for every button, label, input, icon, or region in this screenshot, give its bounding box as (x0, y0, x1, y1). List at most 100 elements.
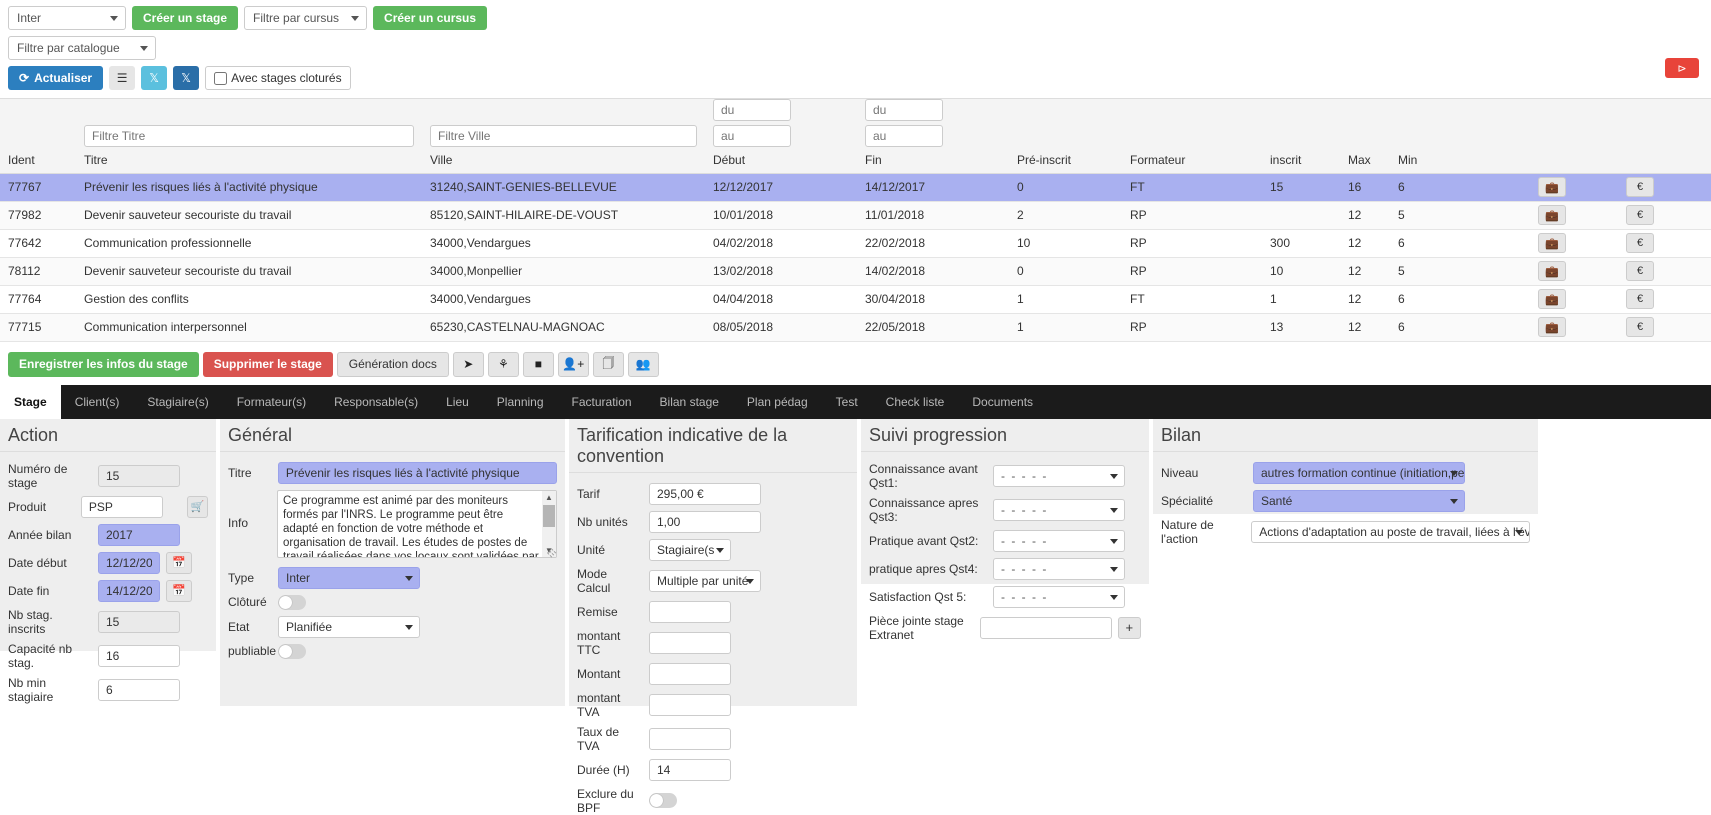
input-taux-tva[interactable] (649, 728, 731, 750)
tab-facturation[interactable]: Facturation (558, 385, 646, 419)
column-header-debut[interactable]: Début (705, 147, 857, 173)
column-header-ville[interactable]: Ville (422, 147, 705, 173)
tab-responsable-s[interactable]: Responsable(s) (320, 385, 432, 419)
table-row[interactable]: 77642Communication professionnelle34000,… (0, 229, 1711, 257)
input-date-fin[interactable] (98, 580, 160, 602)
table-row[interactable]: 78112Devenir sauveteur secouriste du tra… (0, 257, 1711, 285)
catalogue-filter-select[interactable]: Filtre par catalogue (8, 36, 156, 60)
tab-client-s[interactable]: Client(s) (61, 385, 134, 419)
select-suivi-5[interactable]: - - - - - (993, 586, 1125, 608)
column-header-formateur[interactable]: Formateur (1122, 147, 1262, 173)
row-euro-button[interactable]: € (1626, 233, 1654, 253)
filter-titre-input[interactable] (84, 125, 414, 147)
with-closed-stages-checkbox[interactable]: Avec stages cloturés (205, 66, 351, 90)
column-header-inscrit[interactable]: inscrit (1262, 147, 1340, 173)
toggle-cloture[interactable] (278, 595, 306, 610)
tab-stage[interactable]: Stage (0, 385, 61, 419)
input-date-debut[interactable] (98, 552, 160, 574)
select-specialite[interactable]: Santé (1253, 490, 1465, 512)
refresh-button[interactable]: ⟳ Actualiser (8, 66, 103, 90)
filter-ville-input[interactable] (430, 125, 697, 147)
table-row[interactable]: 77764Gestion des conflits34000,Vendargue… (0, 285, 1711, 313)
create-stage-button[interactable]: Créer un stage (132, 6, 238, 30)
date-debut-picker-button[interactable]: 📅 (166, 552, 192, 574)
create-cursus-button[interactable]: Créer un cursus (373, 6, 487, 30)
toggle-publiable[interactable] (278, 644, 306, 659)
date-fin-picker-button[interactable]: 📅 (166, 580, 192, 602)
input-numero-stage[interactable] (98, 465, 180, 487)
row-euro-button[interactable]: € (1626, 317, 1654, 337)
row-briefcase-button[interactable]: 💼 (1538, 317, 1566, 337)
row-briefcase-button[interactable]: 💼 (1538, 205, 1566, 225)
select-unite[interactable]: Stagiaire(s (649, 539, 731, 561)
column-header-titre[interactable]: Titre (76, 147, 422, 173)
input-nb-min[interactable] (98, 679, 180, 701)
table-row[interactable]: 77715Communication interpersonnel65230,C… (0, 313, 1711, 341)
input-tarif[interactable] (649, 483, 761, 505)
filter-debut-du-input[interactable] (713, 99, 791, 121)
row-briefcase-button[interactable]: 💼 (1538, 289, 1566, 309)
duplicate-button[interactable]: 🗍 (593, 352, 624, 377)
type-filter-select[interactable]: Inter (8, 6, 126, 30)
input-montant[interactable] (649, 663, 731, 685)
tab-stagiaire-s[interactable]: Stagiaire(s) (133, 385, 222, 419)
product-picker-button[interactable]: 🛒 (187, 496, 208, 518)
excel-export-button-1[interactable]: 𝕏 (141, 66, 167, 90)
share-button[interactable]: ⊳ (1665, 58, 1699, 78)
column-header-ident[interactable]: Ident (0, 147, 76, 173)
row-euro-button[interactable]: € (1626, 261, 1654, 281)
tab-check-liste[interactable]: Check liste (872, 385, 959, 419)
input-produit[interactable] (81, 496, 163, 518)
cursus-filter-select[interactable]: Filtre par cursus (244, 6, 367, 30)
table-row[interactable]: 77982Devenir sauveteur secouriste du tra… (0, 201, 1711, 229)
excel-export-button-2[interactable]: 𝕏 (173, 66, 199, 90)
select-suivi-3[interactable]: - - - - - (993, 530, 1125, 552)
input-montant-tva[interactable] (649, 694, 731, 716)
column-header-fin[interactable]: Fin (857, 147, 1009, 173)
select-nature-action[interactable]: Actions d'adaptation au poste de travail… (1251, 521, 1530, 543)
tab-bilan-stage[interactable]: Bilan stage (646, 385, 733, 419)
delete-stage-button[interactable]: Supprimer le stage (203, 352, 333, 377)
input-annee-bilan[interactable] (98, 524, 180, 546)
column-header-max[interactable]: Max (1340, 147, 1390, 173)
filter-fin-du-input[interactable] (865, 99, 943, 121)
input-piece-jointe[interactable] (980, 617, 1112, 639)
toggle-exclure-bpf[interactable] (649, 793, 677, 808)
row-briefcase-button[interactable]: 💼 (1538, 261, 1566, 281)
input-info[interactable] (277, 490, 557, 558)
row-euro-button[interactable]: € (1626, 289, 1654, 309)
tab-formateur-s[interactable]: Formateur(s) (223, 385, 320, 419)
dashboard-button[interactable]: ⚘ (488, 352, 519, 377)
add-user-button[interactable]: 👤+ (558, 352, 589, 377)
with-closed-stages-input[interactable] (214, 72, 227, 85)
tab-documents[interactable]: Documents (958, 385, 1047, 419)
column-header-pre-inscrit[interactable]: Pré-inscrit (1009, 147, 1122, 173)
list-view-button[interactable]: ☰ (109, 66, 135, 90)
row-euro-button[interactable]: € (1626, 205, 1654, 225)
tab-plan-p-dag[interactable]: Plan pédag (733, 385, 822, 419)
select-suivi-4[interactable]: - - - - - (993, 558, 1125, 580)
input-nb-inscrits[interactable] (98, 611, 180, 633)
row-briefcase-button[interactable]: 💼 (1538, 177, 1566, 197)
select-suivi-2[interactable]: - - - - - (993, 499, 1125, 521)
select-suivi-1[interactable]: - - - - - (993, 465, 1125, 487)
input-montant-ttc[interactable] (649, 632, 731, 654)
add-piece-jointe-button[interactable]: + (1118, 617, 1141, 639)
row-euro-button[interactable]: € (1626, 177, 1654, 197)
input-nb-unites[interactable] (649, 511, 761, 533)
tab-lieu[interactable]: Lieu (432, 385, 483, 419)
tab-test[interactable]: Test (822, 385, 872, 419)
edit-button[interactable]: ■ (523, 352, 554, 377)
info-scrollbar[interactable]: ▲ ▼ (542, 491, 556, 557)
input-titre[interactable] (278, 462, 557, 484)
table-row[interactable]: 77767Prévenir les risques liés à l'activ… (0, 173, 1711, 201)
row-briefcase-button[interactable]: 💼 (1538, 233, 1566, 253)
filter-debut-au-input[interactable] (713, 125, 791, 147)
input-capacite[interactable] (98, 645, 180, 667)
select-type[interactable]: Inter (278, 567, 420, 589)
select-etat[interactable]: Planifiée (278, 616, 420, 638)
scroll-up-icon[interactable]: ▲ (542, 491, 556, 504)
generate-docs-button[interactable]: Génération docs (337, 352, 449, 377)
send-email-button[interactable]: ➤ (453, 352, 484, 377)
tab-planning[interactable]: Planning (483, 385, 558, 419)
